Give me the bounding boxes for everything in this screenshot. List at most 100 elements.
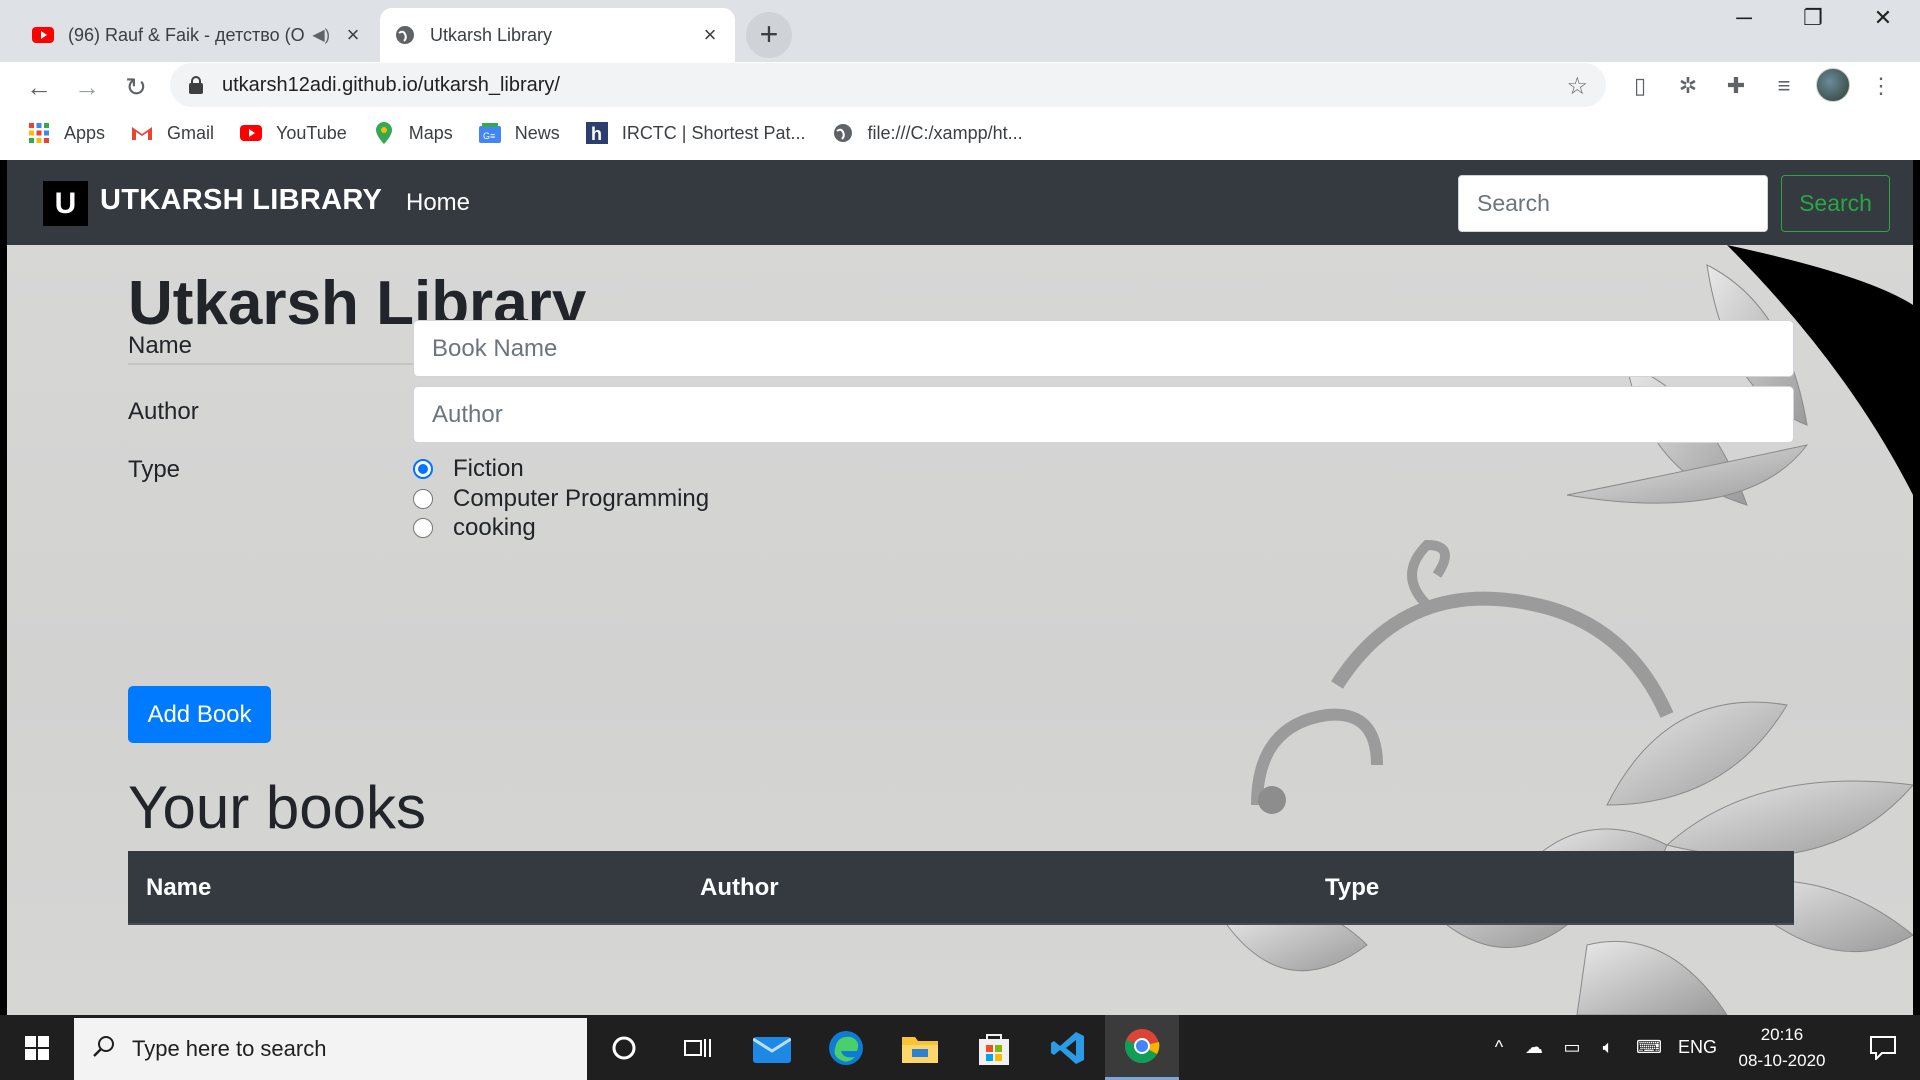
maps-icon bbox=[373, 122, 395, 144]
bookmark-label: YouTube bbox=[276, 122, 347, 143]
radio-button[interactable] bbox=[413, 518, 433, 538]
bookmark-label: Maps bbox=[408, 122, 453, 143]
taskbar-search-box[interactable]: Type here to search bbox=[74, 1018, 587, 1080]
lock-icon[interactable] bbox=[188, 76, 206, 94]
nav-home-link[interactable]: Home bbox=[406, 189, 470, 217]
keyboard-icon[interactable]: ⌨ bbox=[1626, 1037, 1672, 1058]
books-heading: Your books bbox=[128, 774, 427, 841]
navbar-search-input[interactable] bbox=[1458, 175, 1768, 232]
name-label: Name bbox=[128, 332, 193, 359]
books-table-header: Name Author Type bbox=[128, 851, 1794, 925]
close-tab-icon[interactable]: × bbox=[342, 22, 364, 48]
file-explorer-icon[interactable] bbox=[883, 1015, 957, 1080]
radio-button[interactable] bbox=[413, 489, 433, 509]
microsoft-store-icon[interactable] bbox=[957, 1015, 1031, 1080]
battery-icon[interactable]: ▭ bbox=[1554, 1037, 1590, 1058]
new-tab-button[interactable]: + bbox=[746, 12, 792, 58]
svg-text:G≡: G≡ bbox=[483, 131, 495, 141]
type-option-fiction[interactable]: Fiction bbox=[413, 455, 524, 483]
type-option-cooking[interactable]: cooking bbox=[413, 514, 536, 542]
task-view-icon[interactable] bbox=[661, 1015, 735, 1080]
clock[interactable]: 20:16 08-10-2020 bbox=[1734, 1022, 1830, 1074]
type-option-programming[interactable]: Computer Programming bbox=[413, 485, 709, 513]
irctc-icon: h bbox=[585, 122, 608, 144]
page-viewport: U UTKARSH LIBRARY Home Search Utkarsh Li… bbox=[7, 160, 1913, 1015]
author-label: Author bbox=[128, 398, 199, 425]
radio-label: Fiction bbox=[453, 455, 524, 482]
add-book-button[interactable]: Add Book bbox=[128, 686, 271, 743]
bookmark-apps[interactable]: Apps bbox=[28, 122, 105, 144]
bookmark-file[interactable]: file:///C:/xampp/ht... bbox=[832, 122, 1023, 144]
youtube-icon bbox=[32, 24, 54, 46]
bookmark-irctc[interactable]: h IRCTC | Shortest Pat... bbox=[585, 122, 806, 144]
chevron-up-icon[interactable]: ^ bbox=[1484, 1037, 1514, 1058]
svg-text:h: h bbox=[591, 124, 602, 144]
bookmark-gmail[interactable]: Gmail bbox=[131, 122, 214, 144]
bookmark-label: News bbox=[514, 122, 560, 143]
column-header-author: Author bbox=[700, 874, 779, 901]
extensions-puzzle-icon[interactable]: ✚ bbox=[1718, 68, 1754, 104]
taskbar-search-placeholder: Type here to search bbox=[132, 1036, 327, 1061]
gmail-icon bbox=[131, 122, 153, 144]
radio-label: cooking bbox=[453, 514, 536, 541]
brand-name[interactable]: UTKARSH LIBRARY bbox=[100, 184, 382, 217]
clock-date: 08-10-2020 bbox=[1738, 1051, 1826, 1070]
bookmark-youtube[interactable]: YouTube bbox=[240, 122, 347, 144]
url-text: utkarsh12adi.github.io/utkarsh_library/ bbox=[222, 73, 560, 96]
author-input[interactable] bbox=[413, 386, 1794, 443]
forward-icon[interactable]: → bbox=[68, 68, 106, 106]
globe-icon bbox=[832, 122, 854, 144]
reload-icon[interactable]: ↻ bbox=[117, 68, 155, 106]
edge-browser-icon[interactable] bbox=[809, 1015, 883, 1080]
bookmark-label: Gmail bbox=[167, 122, 215, 143]
menu-kebab-icon[interactable]: ⋮ bbox=[1863, 68, 1899, 104]
search-icon bbox=[92, 1034, 116, 1064]
chrome-icon[interactable] bbox=[1105, 1015, 1179, 1080]
system-tray: ^ ☁ ▭ 🔈︎ ⌨ ENG bbox=[1484, 1015, 1724, 1080]
close-tab-icon[interactable]: × bbox=[699, 22, 721, 48]
extension-icon[interactable]: ▯ bbox=[1622, 68, 1658, 104]
book-name-input[interactable] bbox=[413, 320, 1794, 377]
address-bar[interactable]: utkarsh12adi.github.io/utkarsh_library/ … bbox=[170, 63, 1606, 107]
tab-title: (96) Rauf & Faik - детство (О bbox=[68, 24, 305, 45]
bookmark-label: IRCTC | Shortest Pat... bbox=[621, 122, 806, 143]
cortana-icon[interactable] bbox=[587, 1015, 661, 1080]
tab-youtube[interactable]: (96) Rauf & Faik - детство (О ◀︎) × bbox=[18, 8, 378, 62]
type-label: Type bbox=[128, 456, 181, 483]
notifications-icon[interactable] bbox=[1846, 1015, 1920, 1080]
restore-icon[interactable]: ❐ bbox=[1785, 0, 1841, 38]
windows-taskbar: Type here to search ^ ☁ ▭ 🔈︎ ⌨ ENG 20:16… bbox=[0, 1015, 1920, 1080]
navbar-search-button[interactable]: Search bbox=[1781, 175, 1890, 232]
minimize-icon[interactable]: ─ bbox=[1716, 0, 1772, 38]
column-header-type: Type bbox=[1325, 874, 1380, 901]
speaker-icon[interactable]: ◀︎) bbox=[312, 25, 330, 45]
media-control-icon[interactable]: ≡ bbox=[1766, 68, 1802, 104]
radio-button-checked[interactable] bbox=[413, 459, 433, 479]
globe-icon bbox=[394, 24, 416, 46]
radio-label: Computer Programming bbox=[453, 485, 710, 512]
column-header-name: Name bbox=[146, 874, 212, 901]
tab-title: Utkarsh Library bbox=[430, 24, 553, 45]
news-icon: G≡ bbox=[478, 122, 501, 144]
bookmarks-bar: Apps Gmail YouTube Maps G≡ News h IRCTC … bbox=[0, 112, 1920, 154]
tab-utkarsh-library[interactable]: Utkarsh Library × bbox=[380, 8, 735, 62]
clock-time: 20:16 bbox=[1760, 1025, 1804, 1044]
onedrive-icon[interactable]: ☁ bbox=[1514, 1037, 1554, 1058]
windows-start-icon[interactable] bbox=[0, 1015, 74, 1080]
bug-extension-icon[interactable]: ✲ bbox=[1670, 68, 1706, 104]
apps-grid-icon bbox=[28, 122, 50, 144]
volume-icon[interactable]: 🔈︎ bbox=[1590, 1037, 1626, 1058]
bookmark-maps[interactable]: Maps bbox=[373, 122, 453, 144]
bookmark-news[interactable]: G≡ News bbox=[478, 122, 560, 144]
profile-avatar[interactable] bbox=[1816, 68, 1850, 102]
vscode-icon[interactable] bbox=[1031, 1015, 1105, 1080]
youtube-icon bbox=[240, 122, 263, 144]
bookmark-label: Apps bbox=[64, 122, 106, 143]
language-indicator[interactable]: ENG bbox=[1678, 1037, 1717, 1058]
mail-icon[interactable] bbox=[735, 1015, 809, 1080]
brand-logo[interactable]: U bbox=[43, 181, 88, 226]
back-icon[interactable]: ← bbox=[20, 68, 58, 106]
bookmark-label: file:///C:/xampp/ht... bbox=[867, 122, 1023, 143]
bookmark-star-icon[interactable]: ☆ bbox=[1566, 72, 1588, 101]
close-window-icon[interactable]: ✕ bbox=[1855, 0, 1911, 38]
